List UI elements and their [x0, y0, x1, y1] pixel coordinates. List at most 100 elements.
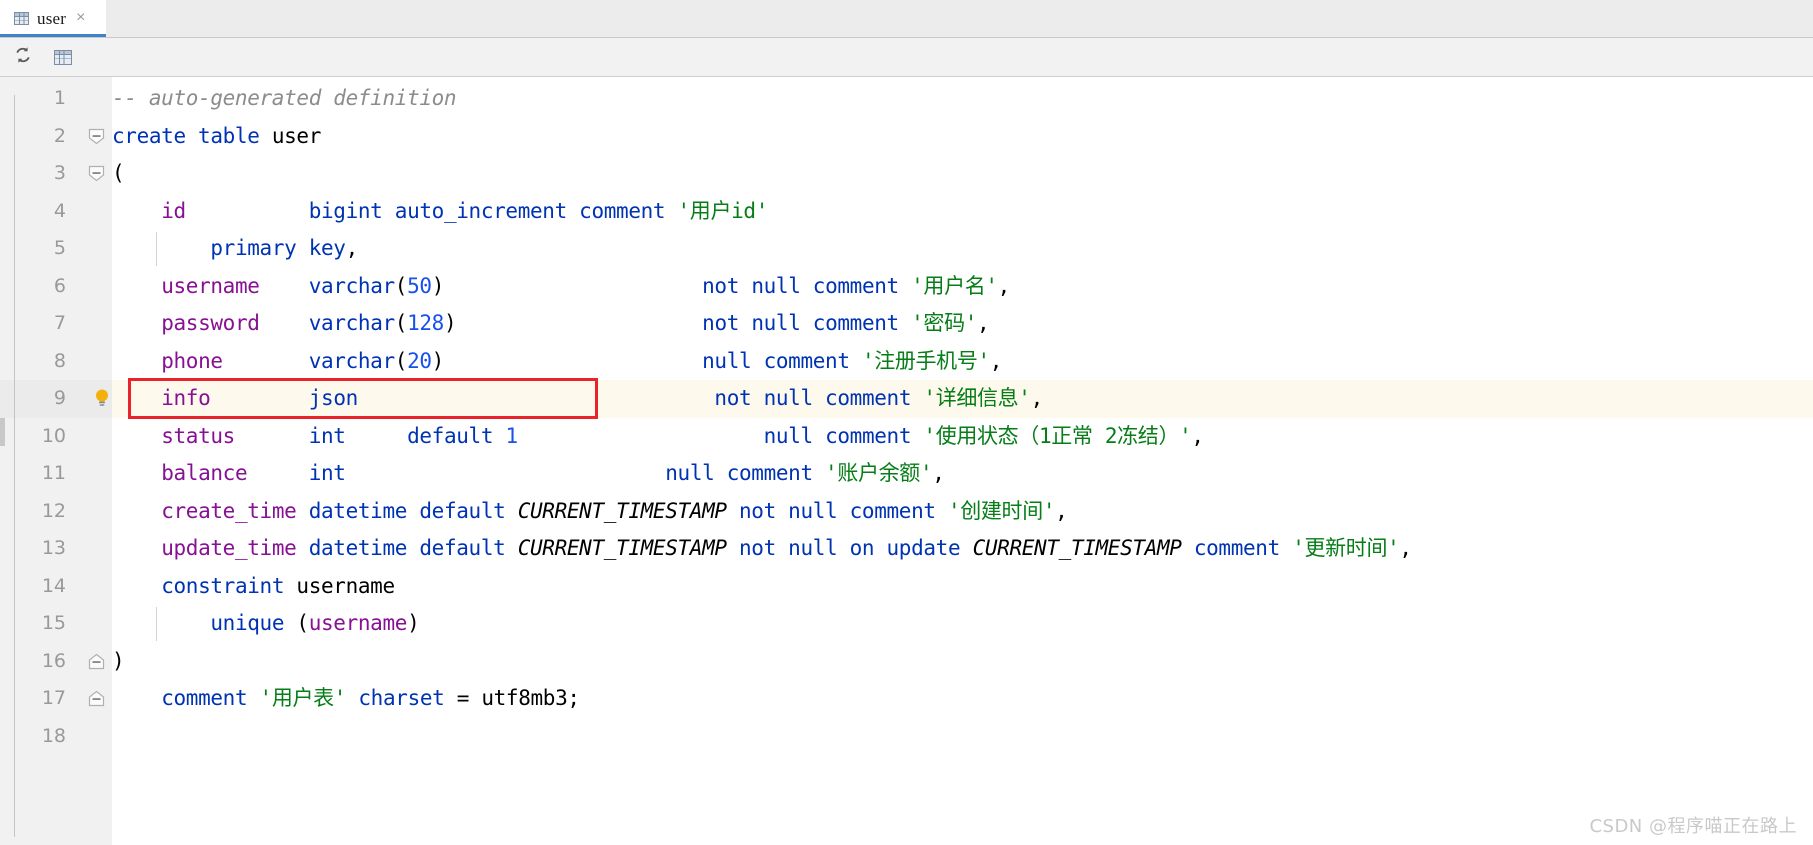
code-line: unique (username): [112, 605, 419, 643]
line-number: 2: [53, 124, 66, 147]
table-grid-icon: [14, 12, 29, 25]
code-token: datetime default: [308, 498, 518, 523]
code-line: ): [112, 643, 125, 681]
code-token: '注册手机号': [861, 348, 990, 373]
code-token: null comment: [665, 461, 826, 485]
code-line: update_time datetime default CURRENT_TIM…: [112, 530, 1412, 568]
code-token: '创建时间': [947, 498, 1056, 523]
refresh-button[interactable]: [10, 44, 36, 70]
code-token: ,: [345, 236, 359, 260]
line-number: 9: [53, 387, 66, 409]
code-token: '密码': [911, 311, 978, 335]
code-token: (: [394, 348, 408, 373]
table-view-button[interactable]: [50, 44, 76, 70]
code-token: null comment: [763, 423, 924, 448]
code-token: '使用状态（1正常 2冻结）': [923, 423, 1192, 448]
code-token: username: [296, 573, 395, 598]
code-line: phone varchar(20) null comment '注册手机号',: [112, 343, 1002, 381]
code-token: varchar: [308, 348, 395, 373]
code-line: primary key,: [112, 230, 358, 268]
fold-toggle-icon[interactable]: [88, 128, 105, 145]
code-token: primary key: [210, 236, 346, 260]
code-token: =: [456, 686, 482, 710]
code-token: unique: [210, 611, 297, 635]
code-token: status: [161, 423, 235, 448]
code-token: ): [443, 311, 457, 335]
code-token: ): [431, 273, 445, 298]
code-token: (: [394, 273, 408, 298]
code-token: CURRENT_TIMESTAMP: [972, 536, 1182, 560]
code-token: info: [161, 386, 211, 410]
code-token: username: [308, 611, 408, 635]
code-token: '详细信息': [923, 386, 1031, 410]
code-text-area[interactable]: -- auto-generated definition create table…: [112, 77, 1813, 845]
code-token: utf8mb3: [481, 686, 568, 710]
code-token: ): [407, 611, 420, 635]
close-icon[interactable]: ×: [74, 9, 87, 28]
tab-user[interactable]: user ×: [0, 0, 106, 37]
code-token: default: [407, 423, 506, 448]
code-token: comment: [161, 686, 260, 710]
code-token: password: [161, 311, 260, 335]
code-line: id bigint auto_increment comment '用户id': [112, 193, 768, 231]
fold-toggle-icon[interactable]: [88, 165, 105, 182]
code-token: ,: [997, 273, 1011, 298]
tab-label: user: [37, 8, 67, 28]
code-token: (: [296, 611, 309, 635]
code-editor[interactable]: 1 2 3 4 5 6 7 8 9 10 11 12 13 14 15 16 17 18 -- auto-gene…: [0, 77, 1813, 845]
code-token: ,: [1055, 498, 1068, 523]
editor-toolbar: [0, 38, 1813, 77]
code-line: balance int null comment '账户余额',: [112, 455, 945, 493]
line-number: 18: [41, 724, 66, 747]
code-token: ): [112, 648, 125, 673]
code-token: ): [431, 348, 445, 373]
code-token: null comment: [702, 348, 862, 373]
lightbulb-icon[interactable]: [94, 388, 110, 408]
code-token: not null comment: [738, 498, 948, 523]
indent-guide: [156, 232, 157, 266]
indent-guide: [156, 607, 157, 641]
line-number: 15: [41, 612, 66, 634]
line-number: 1: [53, 87, 66, 109]
code-token: varchar: [308, 273, 395, 298]
fold-toggle-icon[interactable]: [88, 690, 105, 707]
code-token: -- auto-generated definition: [112, 86, 457, 110]
code-token: not null comment: [714, 386, 924, 410]
code-token: ,: [1191, 423, 1204, 448]
line-number: 13: [41, 537, 66, 559]
code-line: password varchar(128) not null comment '…: [112, 305, 989, 343]
watermark: CSDN @程序喵正在路上: [1589, 816, 1797, 837]
code-token: '用户id': [677, 198, 769, 223]
code-token: CURRENT_TIMESTAMP: [517, 498, 727, 523]
fold-toggle-icon[interactable]: [88, 653, 105, 670]
code-token: constraint: [161, 573, 297, 598]
code-folding-gutter[interactable]: [82, 77, 112, 845]
sql-table-definition-window: user × 1 2 3 4 5 6 7 8 9 10 11 12 13 14 15 16 17 18: [0, 0, 1813, 845]
code-token: varchar: [308, 311, 395, 335]
code-token: balance: [161, 461, 248, 485]
code-token: int: [308, 423, 346, 448]
code-token: ,: [989, 348, 1003, 373]
highlighted-line-gutter: [0, 380, 82, 418]
